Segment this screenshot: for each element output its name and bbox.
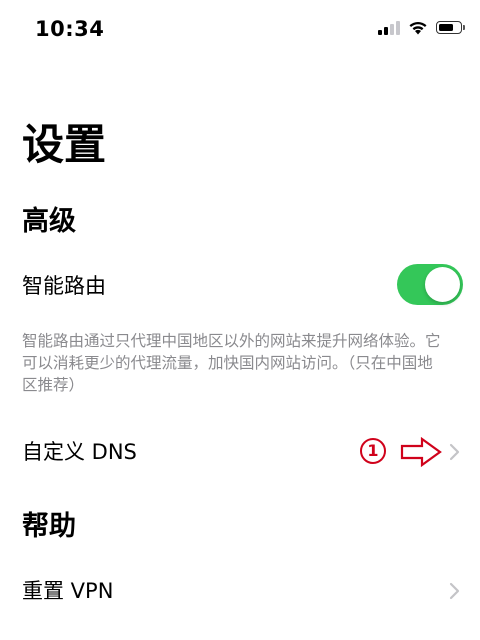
page-title: 设置 (22, 120, 107, 169)
wifi-icon (409, 21, 427, 35)
smart-routing-row: 智能路由 (0, 264, 480, 308)
status-time: 10:34 (35, 17, 105, 41)
smart-routing-toggle[interactable] (397, 264, 463, 305)
cellular-signal-icon (378, 20, 400, 35)
chevron-right-icon (449, 582, 460, 600)
custom-dns-label: 自定义 DNS (22, 440, 137, 464)
toggle-knob (425, 267, 460, 302)
battery-icon (436, 21, 465, 34)
status-bar: 10:34 (0, 0, 480, 60)
annotation-number: 1 (360, 438, 386, 464)
chevron-right-icon (449, 443, 460, 461)
section-title-advanced: 高级 (22, 206, 76, 237)
smart-routing-label: 智能路由 (22, 274, 106, 298)
smart-routing-description: 智能路由通过只代理中国地区以外的网站来提升网络体验。它可以消耗更少的代理流量，加… (22, 332, 441, 394)
red-arrow-right-icon (400, 437, 442, 467)
annotation-marker: 1 (360, 437, 450, 469)
reset-vpn-row[interactable]: 重置 VPN (0, 569, 480, 613)
status-icons (378, 20, 465, 35)
section-title-help: 帮助 (22, 511, 76, 542)
reset-vpn-label: 重置 VPN (22, 579, 114, 603)
